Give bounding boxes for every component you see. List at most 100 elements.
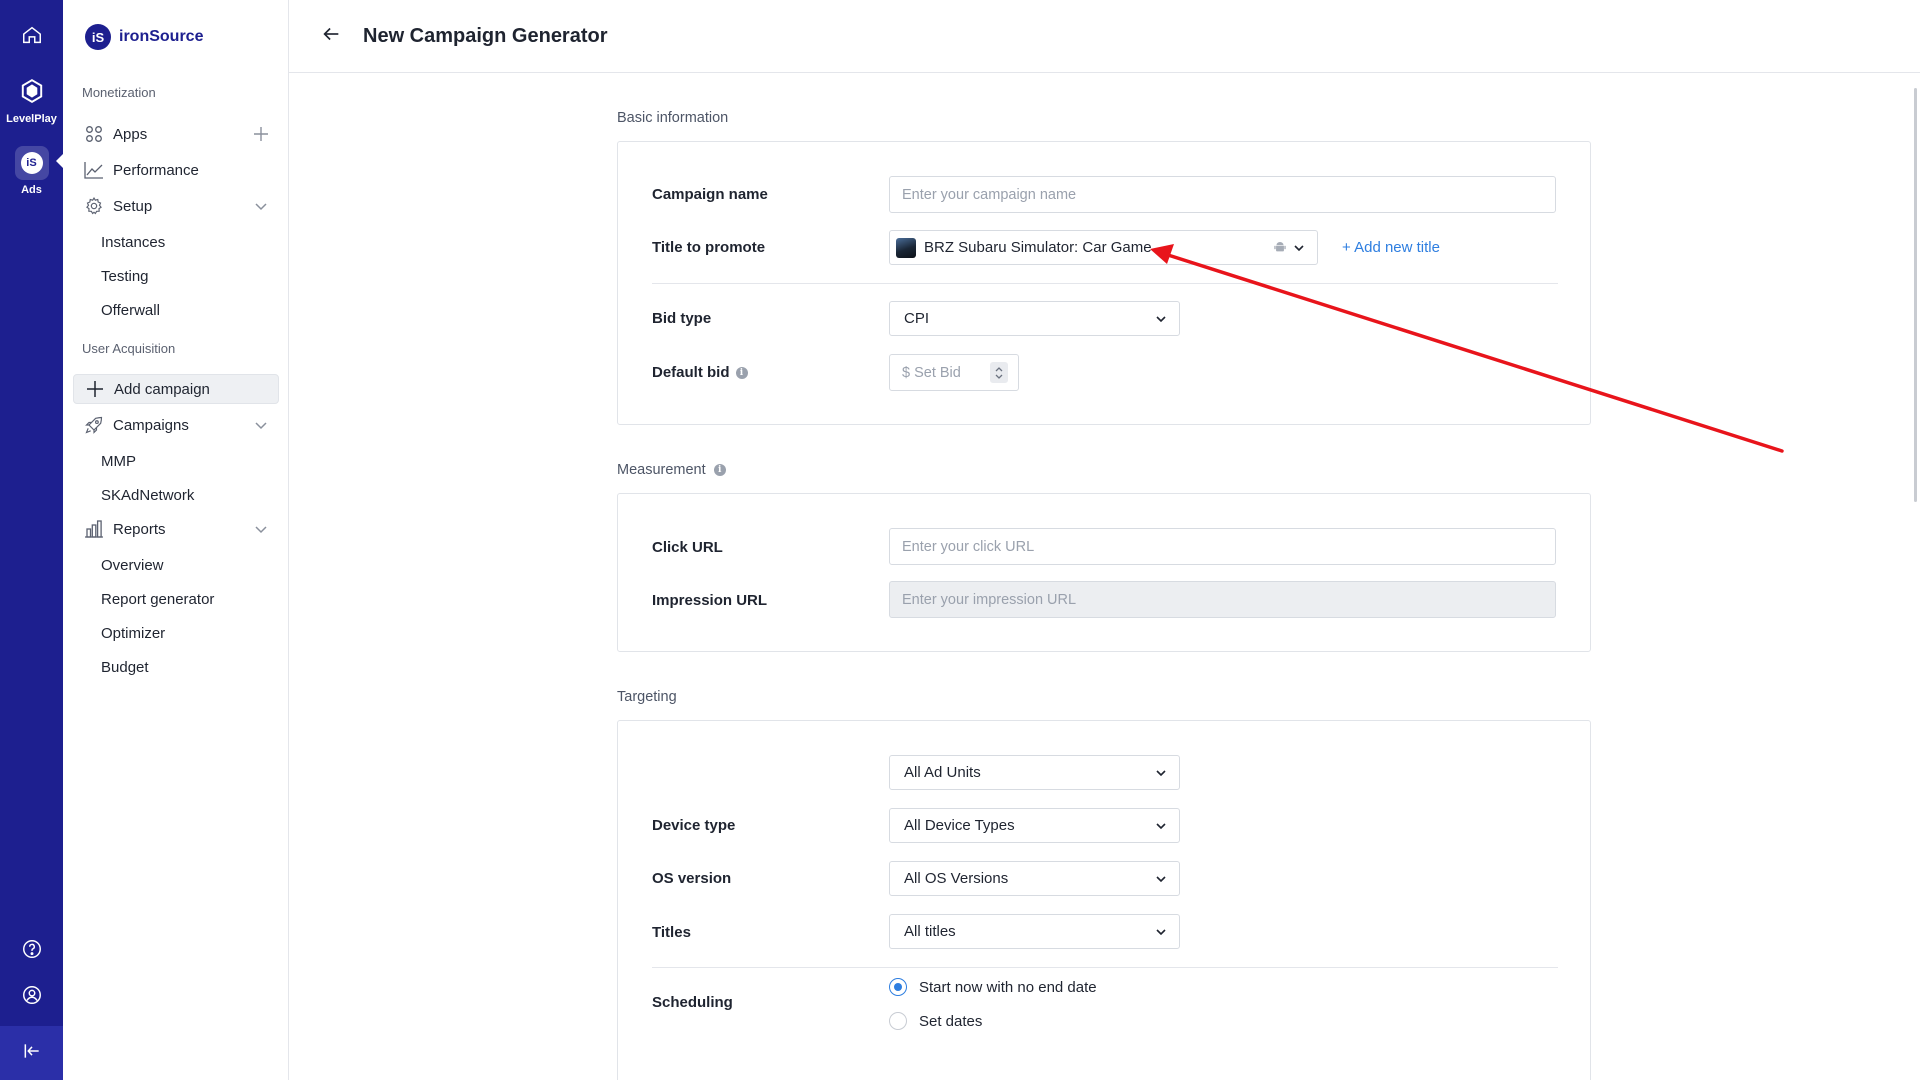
ads-rail-button[interactable]: iS Ads — [0, 146, 63, 196]
ads-icon: iS — [14, 146, 49, 180]
section-title-text: Measurement — [617, 462, 706, 478]
device-type-value: All Device Types — [904, 817, 1015, 834]
title-to-promote-label: Title to promote — [652, 239, 766, 256]
sidebar-item-label: Setup — [113, 197, 153, 215]
chevron-down-icon — [1153, 311, 1169, 327]
targeting-title: Targeting — [617, 689, 677, 705]
help-rail-button[interactable] — [0, 938, 63, 965]
apps-grid-icon — [83, 123, 105, 145]
impression-url-label: Impression URL — [652, 592, 768, 609]
sidebar-item-label: Apps — [113, 125, 148, 143]
radio-button-checked[interactable] — [889, 978, 907, 996]
titles-select[interactable]: All titles — [889, 914, 1180, 949]
os-version-select[interactable]: All OS Versions — [889, 861, 1180, 896]
number-stepper-icon[interactable] — [990, 362, 1008, 383]
sidebar-item-apps[interactable]: Apps — [73, 119, 279, 149]
add-new-title-link[interactable]: + Add new title — [1342, 239, 1440, 256]
os-version-label: OS version — [652, 870, 732, 887]
brand-name: ironSource — [119, 28, 204, 45]
campaign-name-input[interactable]: Enter your campaign name — [889, 176, 1556, 213]
basic-information-title: Basic information — [617, 110, 728, 126]
sidebar-item-offerwall[interactable]: Offerwall — [73, 295, 279, 325]
info-icon[interactable]: i — [735, 366, 748, 379]
sidebar-item-label: Instances — [101, 233, 166, 251]
vertical-scrollbar[interactable] — [1914, 88, 1917, 502]
sidebar-item-label: Budget — [101, 658, 149, 676]
click-url-input[interactable]: Enter your click URL — [889, 528, 1556, 565]
sidebar-item-campaigns[interactable]: Campaigns — [73, 410, 279, 440]
levelplay-rail-button[interactable]: LevelPlay — [0, 78, 63, 125]
title-to-promote-select[interactable]: BRZ Subaru Simulator: Car Game — [889, 230, 1318, 265]
sidebar-item-setup[interactable]: Setup — [73, 191, 279, 221]
help-icon — [21, 938, 43, 965]
ironsource-logo-icon: iS — [85, 24, 111, 50]
device-type-label: Device type — [652, 817, 736, 834]
android-icon — [1273, 240, 1287, 258]
section-title-text: Targeting — [617, 689, 677, 705]
brand-logo[interactable]: iS ironSource — [85, 24, 203, 50]
back-button[interactable] — [317, 22, 345, 50]
schedule-option-set-dates[interactable]: Set dates — [889, 1012, 982, 1030]
levelplay-icon — [19, 78, 45, 109]
info-icon[interactable]: i — [713, 464, 726, 476]
user-profile-icon — [21, 984, 43, 1011]
sidebar-item-label: SKAdNetwork — [101, 486, 195, 504]
chevron-down-icon — [251, 415, 271, 435]
chevron-down-icon — [1153, 765, 1169, 781]
default-bid-label: Default bid i — [652, 364, 748, 381]
sidebar-item-label: Add campaign — [114, 380, 210, 398]
add-app-plus-icon[interactable] — [251, 124, 271, 144]
arrow-left-icon — [320, 23, 342, 50]
impression-url-input[interactable]: Enter your impression URL — [889, 581, 1556, 618]
sidebar-item-label: Optimizer — [101, 624, 166, 642]
default-bid-label-text: Default bid — [652, 364, 730, 381]
sidebar-item-optimizer[interactable]: Optimizer — [73, 618, 279, 648]
os-version-value: All OS Versions — [904, 870, 1009, 887]
radio-label: Set dates — [919, 1012, 983, 1030]
bid-type-label: Bid type — [652, 310, 712, 327]
ad-units-select[interactable]: All Ad Units — [889, 755, 1180, 790]
titles-label: Titles — [652, 924, 691, 941]
levelplay-label: LevelPlay — [6, 113, 57, 125]
device-type-select[interactable]: All Device Types — [889, 808, 1180, 843]
bid-type-select[interactable]: CPI — [889, 301, 1180, 336]
home-rail-button[interactable] — [0, 24, 63, 51]
sidebar-item-add-campaign[interactable]: Add campaign — [73, 374, 279, 404]
chevron-down-icon — [1153, 871, 1169, 887]
user-acquisition-section-title: User Acquisition — [82, 341, 176, 356]
section-title-text: Basic information — [617, 110, 729, 126]
bid-placeholder: Set Bid — [914, 364, 961, 381]
main-content: Basic information Campaign name Enter yo… — [289, 74, 1920, 1080]
currency-symbol: $ — [902, 364, 911, 381]
sidebar-item-label: Testing — [101, 267, 149, 285]
collapse-sidebar-button[interactable] — [0, 1026, 63, 1080]
sidebar-item-budget[interactable]: Budget — [73, 652, 279, 682]
measurement-title: Measurement i — [617, 462, 726, 478]
home-icon — [21, 24, 43, 51]
sidebar-item-performance[interactable]: Performance — [73, 155, 279, 185]
sidebar-item-report-generator[interactable]: Report generator — [73, 584, 279, 614]
profile-rail-button[interactable] — [0, 984, 63, 1011]
basic-information-card: Campaign name Enter your campaign name T… — [617, 141, 1591, 425]
default-bid-input[interactable]: $ Set Bid — [889, 354, 1019, 391]
sidebar-item-instances[interactable]: Instances — [73, 227, 279, 257]
game-thumbnail-icon — [896, 237, 916, 258]
campaign-name-label: Campaign name — [652, 186, 768, 203]
page-header: New Campaign Generator — [289, 0, 1920, 73]
sidebar-item-skadnetwork[interactable]: SKAdNetwork — [73, 480, 279, 510]
campaign-name-placeholder: Enter your campaign name — [902, 186, 1077, 203]
radio-button[interactable] — [889, 1012, 907, 1030]
measurement-card: Click URL Enter your click URL Impressio… — [617, 493, 1591, 652]
sidebar-item-reports[interactable]: Reports — [73, 514, 279, 544]
schedule-option-no-end-date[interactable]: Start now with no end date — [889, 978, 1097, 996]
plus-icon — [84, 378, 106, 400]
chevron-down-icon — [251, 519, 271, 539]
bar-chart-icon — [83, 518, 105, 540]
sidebar-item-overview[interactable]: Overview — [73, 550, 279, 580]
sidebar-item-mmp[interactable]: MMP — [73, 446, 279, 476]
radio-label: Start now with no end date — [919, 978, 1097, 996]
sidebar-item-testing[interactable]: Testing — [73, 261, 279, 291]
click-url-label: Click URL — [652, 539, 723, 556]
collapse-icon — [22, 1041, 42, 1066]
click-url-placeholder: Enter your click URL — [902, 538, 1035, 555]
